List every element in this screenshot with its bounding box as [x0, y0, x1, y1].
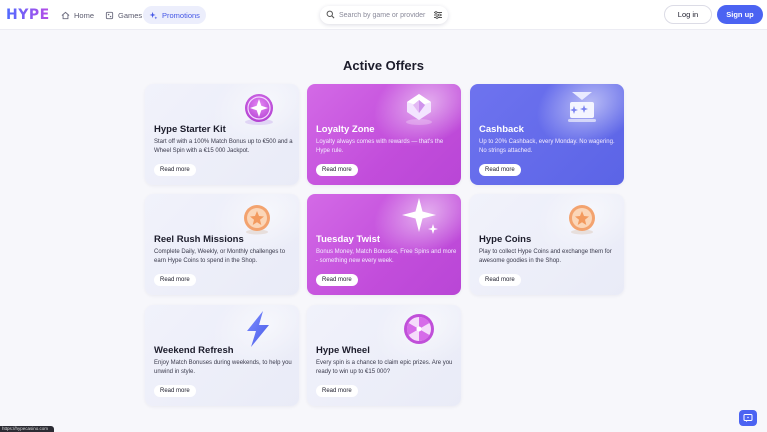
read-more-button[interactable]: Read more: [316, 274, 358, 286]
card-title: Hype Starter Kit: [154, 124, 226, 135]
card-title: Weekend Refresh: [154, 345, 234, 356]
offer-card-hype-wheel[interactable]: Hype Wheel Every spin is a chance to cla…: [307, 305, 461, 406]
browser-status-url: https://hypecasino.com: [0, 426, 54, 432]
offer-card-cashback[interactable]: Cashback Up to 20% Cashback, every Monda…: [470, 84, 624, 185]
card-description: Loyalty always comes with rewards — that…: [316, 139, 444, 154]
star-badge-icon: [245, 94, 273, 125]
offer-card-reel-rush-missions[interactable]: Reel Rush Missions Complete Daily, Weekl…: [145, 194, 299, 295]
nav-games-label: Games: [118, 10, 143, 20]
card-description: Bonus Money, Match Bonuses, Free Spins a…: [316, 249, 457, 264]
read-more-button[interactable]: Read more: [316, 385, 358, 397]
read-more-button[interactable]: Read more: [316, 164, 358, 176]
chat-icon: [743, 414, 753, 422]
page-title: Active Offers: [343, 58, 424, 73]
card-title: Hype Wheel: [316, 345, 370, 356]
chat-support-button[interactable]: [739, 410, 757, 426]
card-description: Every spin is a chance to claim epic pri…: [316, 360, 453, 375]
read-more-button[interactable]: Read more: [154, 274, 196, 286]
card-description: Up to 20% Cashback, every Monday. No wag…: [479, 139, 615, 154]
offer-card-tuesday-twist[interactable]: Tuesday Twist Bonus Money, Match Bonuses…: [307, 194, 461, 295]
read-more-button[interactable]: Read more: [479, 274, 521, 286]
card-title: Hype Coins: [479, 234, 532, 245]
card-title: Cashback: [479, 124, 524, 135]
read-more-button[interactable]: Read more: [479, 164, 521, 176]
coin-star-icon: [244, 205, 270, 235]
search-icon: [326, 10, 335, 19]
read-more-button[interactable]: Read more: [154, 164, 196, 176]
wheel-icon: [404, 314, 434, 344]
read-more-button[interactable]: Read more: [154, 385, 196, 397]
gift-badge-icon: [568, 92, 596, 122]
signup-button[interactable]: Sign up: [717, 5, 763, 24]
top-navbar: HYPE Home Games Promotions Log in Sign u…: [0, 0, 767, 30]
card-description: Complete Daily, Weekly, or Monthly chall…: [154, 249, 286, 264]
gem-badge-icon: [406, 94, 432, 125]
home-icon: [61, 11, 70, 19]
search-input[interactable]: [339, 8, 431, 22]
lightning-icon: [247, 311, 269, 347]
nav-home[interactable]: Home: [55, 6, 100, 24]
card-description: Enjoy Match Bonuses during weekends, to …: [154, 360, 292, 375]
offer-card-hype-starter-kit[interactable]: Hype Starter Kit Start off with a 100% M…: [145, 84, 299, 185]
login-button[interactable]: Log in: [664, 5, 712, 24]
offer-card-loyalty-zone[interactable]: Loyalty Zone Loyalty always comes with r…: [307, 84, 461, 185]
filter-icon[interactable]: [433, 10, 443, 20]
coin-star-icon: [569, 205, 595, 235]
offer-card-weekend-refresh[interactable]: Weekend Refresh Enjoy Match Bonuses duri…: [145, 305, 299, 406]
nav-promotions[interactable]: Promotions: [143, 6, 206, 24]
sparkle-icon: [149, 11, 158, 19]
search-bar: [320, 6, 448, 24]
card-description: Play to collect Hype Coins and exchange …: [479, 249, 612, 264]
nav-home-label: Home: [74, 10, 95, 20]
nav-promotions-label: Promotions: [162, 10, 200, 20]
card-title: Tuesday Twist: [316, 234, 381, 245]
brand-logo[interactable]: HYPE: [6, 7, 50, 23]
nav-games[interactable]: Games: [99, 6, 148, 24]
card-title: Loyalty Zone: [316, 124, 375, 135]
offer-card-hype-coins[interactable]: Hype Coins Play to collect Hype Coins an…: [470, 194, 624, 295]
card-title: Reel Rush Missions: [154, 234, 244, 245]
sparkle-badge-icon: [402, 198, 438, 234]
games-icon: [105, 11, 114, 19]
card-description: Start off with a 100% Match Bonus up to …: [154, 139, 293, 154]
